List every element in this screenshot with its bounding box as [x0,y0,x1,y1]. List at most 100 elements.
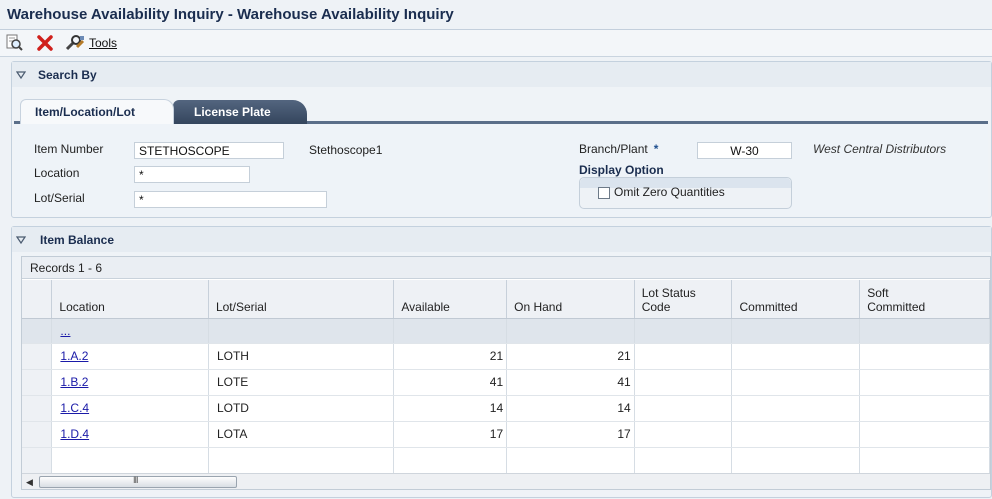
item-number-input[interactable]: STETHOSCOPE [134,142,284,159]
item-description: Stethoscope1 [309,143,383,157]
committed-cell [731,395,861,422]
qbe-lot-cell[interactable] [208,318,395,344]
column-header-available[interactable]: Available [393,280,508,319]
item-balance-header[interactable]: Item Balance [12,227,991,252]
qbe-link[interactable]: ... [60,324,70,338]
column-header-on-hand[interactable]: On Hand [506,280,635,319]
location-link[interactable]: 1.D.4 [60,427,89,441]
item-balance-table: Location Lot/Serial Available On Hand Lo… [22,280,990,474]
omit-zero-checkbox[interactable] [598,187,610,199]
table-header-row: Location Lot/Serial Available On Hand Lo… [22,280,990,319]
qbe-available-cell[interactable] [393,318,508,344]
lot-status-cell [634,369,733,396]
tab-license-plate[interactable]: License Plate [173,100,307,124]
find-icon[interactable] [4,33,24,53]
location-link[interactable]: 1.B.2 [60,375,88,389]
location-cell: 1.C.4 [51,395,209,422]
column-header-committed[interactable]: Committed [731,280,861,319]
location-link[interactable]: 1.C.4 [60,401,89,415]
branch-plant-input[interactable]: W-30 [697,142,792,159]
lot-serial-cell: LOTA [208,421,395,448]
row-select-cell [22,447,53,474]
display-option-label: Display Option [579,163,664,177]
on-hand-cell: 21 [506,343,635,370]
required-marker: * [653,142,659,156]
branch-plant-label: Branch/Plant [579,142,648,156]
row-select-cell[interactable] [22,369,53,396]
soft-committed-cell [859,343,990,370]
committed-cell [731,421,861,448]
available-cell: 21 [393,343,508,370]
qbe-row: ... [22,318,990,344]
available-cell: 17 [393,421,508,448]
empty-cell [859,447,990,474]
soft-committed-cell [859,395,990,422]
close-x-icon[interactable] [35,33,55,53]
qbe-committed-cell[interactable] [731,318,861,344]
item-number-label: Item Number [34,142,104,156]
table-row[interactable]: 1.B.2 LOTE 41 41 [22,369,990,396]
qbe-on-hand-cell[interactable] [506,318,635,344]
display-option-group: Omit Zero Quantities [579,177,792,209]
lot-serial-label: Lot/Serial [34,191,85,205]
committed-cell [731,369,861,396]
scroll-left-arrow-icon[interactable]: ◀ [26,477,33,488]
search-tabs: Item/Location/Lot License Plate [14,97,988,124]
empty-cell [51,447,209,474]
location-cell: 1.B.2 [51,369,209,396]
empty-cell [731,447,861,474]
location-label: Location [34,166,80,180]
table-row[interactable]: 1.A.2 LOTH 21 21 [22,343,990,370]
window-title: Warehouse Availability Inquiry - Warehou… [7,6,454,23]
item-balance-title: Item Balance [40,233,115,247]
on-hand-cell: 14 [506,395,635,422]
scroll-thumb-grip: III [133,475,138,485]
soft-committed-cell [859,369,990,396]
committed-cell [731,343,861,370]
branch-plant-description: West Central Distributors [813,142,947,156]
lot-status-cell [634,343,733,370]
collapse-triangle-icon[interactable] [16,235,26,245]
empty-cell [506,447,635,474]
collapse-triangle-icon[interactable] [16,70,26,80]
tools-icon[interactable] [64,33,85,53]
tools-menu[interactable]: Tools [89,36,117,50]
tab-item-location-lot-label: Item/Location/Lot [35,105,135,119]
horizontal-scrollbar[interactable]: ◀ III [22,473,990,489]
search-by-header[interactable]: Search By [12,62,991,87]
records-bar: Records 1 - 6 [22,257,990,279]
column-header-soft-committed[interactable]: Soft Committed [859,280,990,319]
search-by-panel: Search By Item/Location/Lot License Plat… [11,61,992,218]
available-cell: 14 [393,395,508,422]
column-header-location[interactable]: Location [51,280,209,319]
empty-cell [208,447,395,474]
lot-serial-cell: LOTD [208,395,395,422]
table-row[interactable]: 1.D.4 LOTA 17 17 [22,421,990,448]
row-select-cell[interactable] [22,421,53,448]
qbe-location-cell[interactable]: ... [51,318,209,344]
lot-serial-cell: LOTH [208,343,395,370]
available-cell: 41 [393,369,508,396]
table-row[interactable]: 1.C.4 LOTD 14 14 [22,395,990,422]
column-header-lot-serial[interactable]: Lot/Serial [208,280,395,319]
column-header-lot-status-code[interactable]: Lot Status Code [634,280,733,319]
location-link[interactable]: 1.A.2 [60,349,88,363]
row-select-cell[interactable] [22,343,53,370]
row-select-cell[interactable] [22,395,53,422]
lot-serial-input[interactable]: * [134,191,327,208]
tab-license-plate-label: License Plate [194,105,271,119]
on-hand-cell: 17 [506,421,635,448]
on-hand-cell: 41 [506,369,635,396]
scroll-thumb[interactable]: III [39,475,237,488]
location-input[interactable]: * [134,166,250,183]
lot-status-cell [634,421,733,448]
empty-cell [634,447,733,474]
item-balance-grid: Records 1 - 6 Location Lot/Serial Availa… [21,256,991,490]
tab-item-location-lot[interactable]: Item/Location/Lot [20,99,174,124]
lot-serial-cell: LOTE [208,369,395,396]
qbe-lot-status-cell[interactable] [634,318,733,344]
qbe-select-cell [22,318,53,344]
window-title-bar: Warehouse Availability Inquiry - Warehou… [0,0,992,30]
toolbar: Tools [0,30,992,57]
qbe-soft-committed-cell[interactable] [859,318,990,344]
